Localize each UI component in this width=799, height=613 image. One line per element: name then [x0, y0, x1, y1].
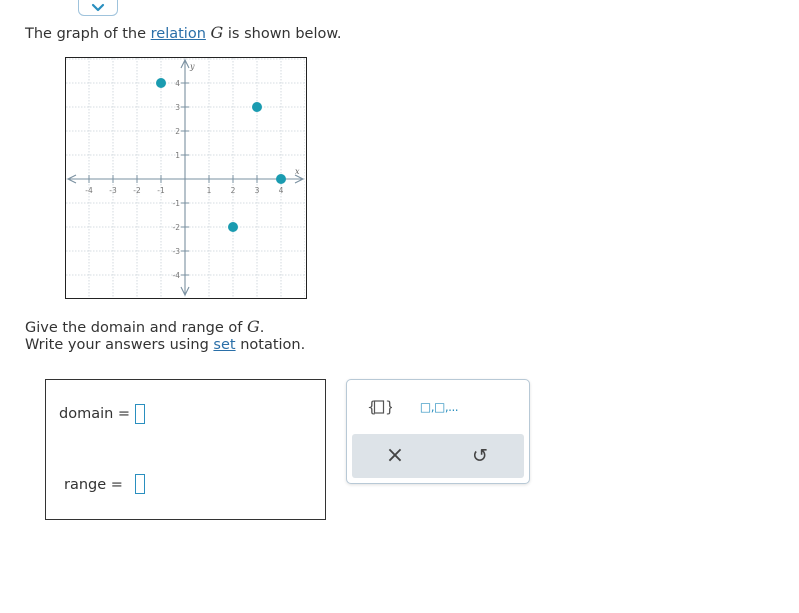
close-icon: ×: [385, 443, 405, 468]
range-label: range =: [64, 477, 123, 493]
y-tick-label: -4: [173, 271, 181, 280]
question-variable: G: [246, 317, 260, 336]
undo-icon: ↺: [472, 444, 488, 467]
y-tick-label: 4: [175, 79, 180, 88]
answer-area: domain = range =: [45, 379, 326, 520]
x-tick-label: -2: [133, 186, 141, 195]
y-tick-label: 1: [175, 151, 180, 160]
y-tick-label: 3: [175, 103, 180, 112]
relation-variable: G: [210, 23, 224, 42]
relation-graph: x y -4 -4 -3 -3 -2 -2 -1 -1 1 1 2 2 3 3 4 4: [65, 57, 307, 299]
x-tick-label: 2: [231, 186, 236, 195]
prompt-text: The graph of the relation G is shown bel…: [25, 23, 342, 42]
question-line-2: Write your answers using set notation.: [25, 337, 305, 353]
y-tick-label: 2: [175, 127, 180, 136]
x-tick-label: -4: [85, 186, 93, 195]
set-brackets-icon: { }: [367, 398, 392, 416]
list-template-icon: □,□,...: [419, 400, 459, 414]
math-palette: { } □,□,... × ↺: [346, 379, 530, 484]
data-point: [252, 102, 262, 112]
question-period: .: [259, 320, 265, 336]
x-tick-label: 4: [279, 186, 284, 195]
list-template-button[interactable]: □,□,...: [417, 395, 461, 419]
y-tick-label: -1: [173, 199, 181, 208]
y-axis-label: y: [189, 62, 195, 71]
prompt-text-start: The graph of the: [25, 26, 151, 42]
x-tick-label: 3: [255, 186, 260, 195]
x-tick-label: -3: [109, 186, 117, 195]
y-tick-label: -3: [173, 247, 181, 256]
set-link[interactable]: set: [213, 337, 235, 353]
prompt-text-end: is shown below.: [223, 26, 342, 42]
clear-button[interactable]: ×: [380, 442, 410, 470]
graph-canvas: x y -4 -4 -3 -3 -2 -2 -1 -1 1 1 2 2 3 3 4 4: [66, 58, 305, 297]
domain-label-text: domain: [59, 406, 114, 422]
domain-input[interactable]: [135, 404, 145, 424]
svg-text:}: }: [385, 398, 392, 416]
question-line-1: Give the domain and range of G.: [25, 317, 264, 336]
data-point: [156, 78, 166, 88]
x-axis-label: x: [295, 167, 300, 176]
x-tick-label: -1: [157, 186, 165, 195]
x-tick-label: 1: [207, 186, 212, 195]
data-point: [228, 222, 238, 232]
range-input[interactable]: [135, 474, 145, 494]
chevron-down-icon: [91, 3, 105, 12]
set-brackets-button[interactable]: { }: [364, 395, 394, 419]
palette-action-bar: × ↺: [352, 434, 524, 478]
data-point: [276, 174, 286, 184]
domain-equals: =: [117, 406, 131, 422]
domain-label: domain =: [59, 406, 130, 422]
undo-button[interactable]: ↺: [465, 442, 495, 470]
instruction-text-end: notation.: [235, 337, 306, 353]
instruction-text: Write your answers using: [25, 337, 214, 353]
range-label-text: range: [64, 477, 107, 493]
question-text: Give the domain and range of: [25, 320, 247, 336]
range-equals: =: [110, 477, 123, 493]
collapse-toggle-button[interactable]: [78, 0, 118, 16]
relation-link[interactable]: relation: [151, 26, 206, 42]
y-tick-label: -2: [173, 223, 181, 232]
